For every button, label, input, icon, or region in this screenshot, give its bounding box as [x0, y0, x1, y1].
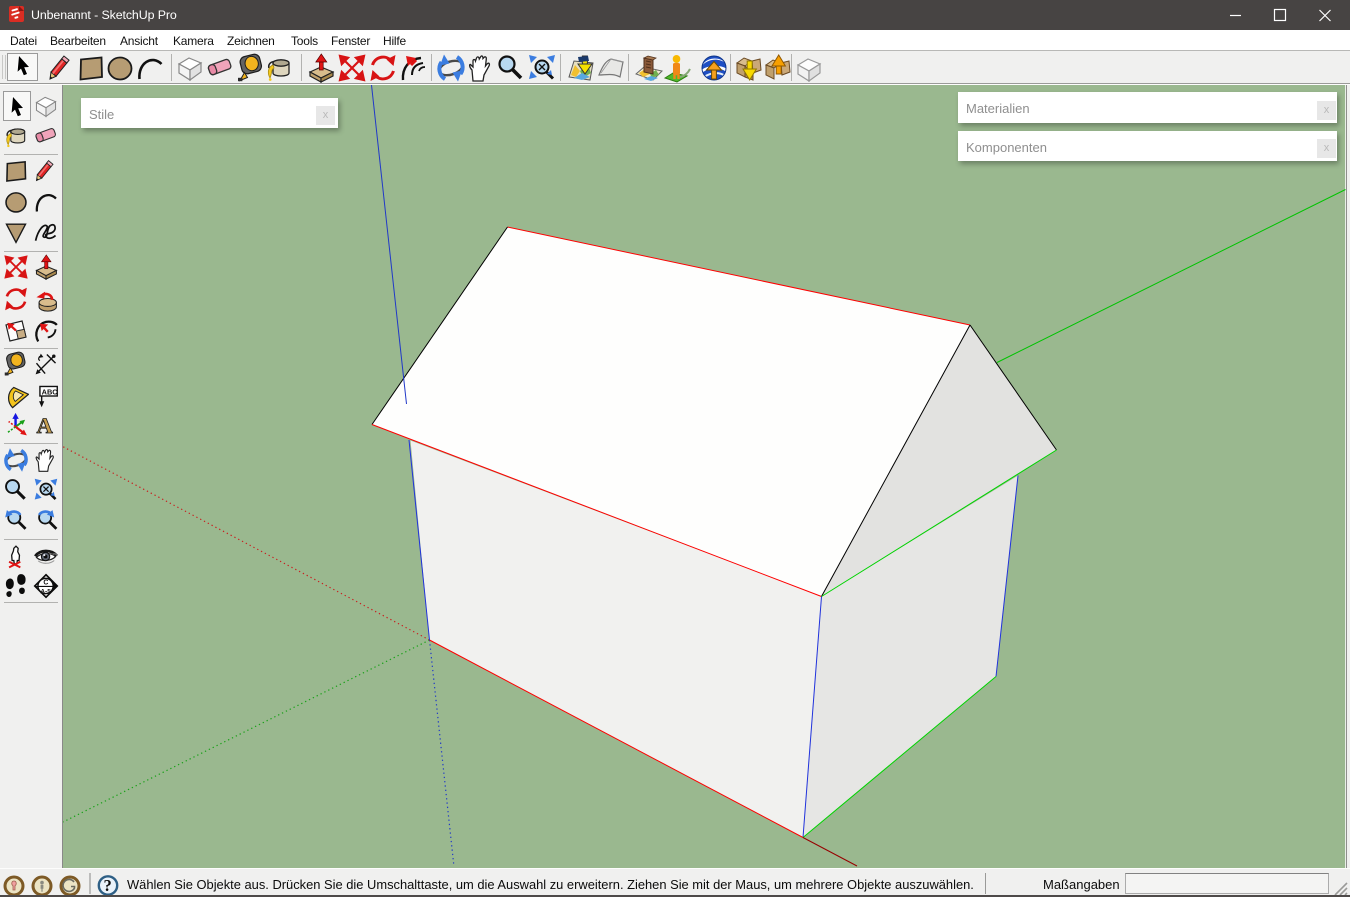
svg-text:?: ?: [104, 876, 112, 895]
svg-text:ABC: ABC: [42, 387, 59, 396]
svg-text:C: C: [43, 579, 48, 586]
svg-text:A: A: [36, 413, 53, 438]
svg-text:A-5: A-5: [40, 588, 51, 595]
